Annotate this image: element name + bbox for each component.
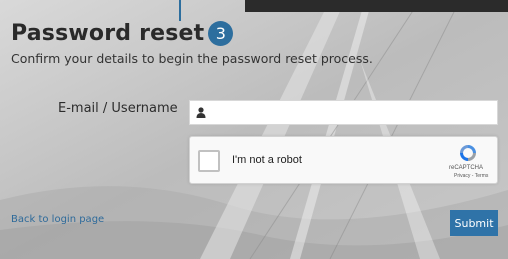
user-icon bbox=[196, 107, 206, 118]
step-badge: 3 bbox=[208, 21, 234, 46]
username-label: E-mail / Username bbox=[58, 101, 178, 116]
recaptcha-privacy-terms[interactable]: Privacy - Terms bbox=[454, 173, 488, 179]
recaptcha-checkbox[interactable] bbox=[198, 150, 220, 172]
recaptcha-brand: reCAPTCHA bbox=[449, 165, 484, 171]
page-header: Password reset 3 bbox=[11, 21, 234, 46]
page-title: Password reset bbox=[11, 21, 205, 46]
back-to-login-link[interactable]: Back to login page bbox=[11, 214, 104, 225]
recaptcha-label: I'm not a robot bbox=[232, 154, 302, 166]
page-subtitle: Confirm your details to begin the passwo… bbox=[11, 51, 373, 66]
username-field[interactable] bbox=[189, 100, 498, 125]
recaptcha-widget: I'm not a robot reCAPTCHA Privacy - Term… bbox=[189, 136, 498, 184]
submit-button[interactable]: Submit bbox=[450, 210, 498, 236]
recaptcha-logo-icon bbox=[460, 145, 476, 161]
background-dark-strip bbox=[245, 0, 508, 12]
step-connector-line bbox=[179, 0, 181, 21]
username-input[interactable] bbox=[212, 101, 497, 124]
